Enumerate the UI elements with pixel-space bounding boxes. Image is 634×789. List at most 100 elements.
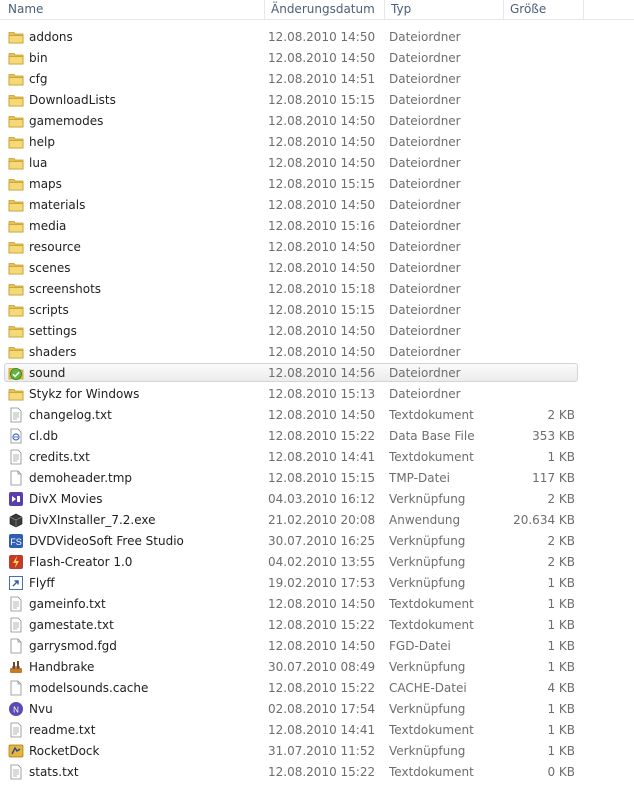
file-size: 1 KB <box>547 639 575 653</box>
file-date: 12.08.2010 15:15 <box>268 177 376 191</box>
file-type: Dateiordner <box>389 177 461 191</box>
file-date: 12.08.2010 14:50 <box>268 135 376 149</box>
file-size: 2 KB <box>547 492 575 506</box>
file-explorer: Name Änderungsdatum Typ Größe addons 12.0… <box>0 0 634 789</box>
nvu-icon: N <box>8 701 24 717</box>
file-row[interactable]: cl.db 12.08.2010 15:22 Data Base File 353 K… <box>0 426 634 447</box>
file-row[interactable]: cfg 12.08.2010 14:51 Dateiordner <box>0 69 634 90</box>
folder-icon <box>8 29 24 45</box>
file-size <box>503 174 575 195</box>
folder-icon <box>8 218 24 234</box>
shortcut-icon <box>8 575 24 591</box>
file-name: maps <box>29 177 62 191</box>
file-row[interactable]: scripts 12.08.2010 15:15 Dateiordner <box>0 300 634 321</box>
file-size: 1 KB <box>547 702 575 716</box>
file-size <box>503 342 575 363</box>
column-header-size[interactable]: Größe <box>503 0 583 20</box>
column-header-date[interactable]: Änderungsdatum <box>264 0 384 20</box>
file-row[interactable]: gameinfo.txt 12.08.2010 14:50 Textdokument… <box>0 594 634 615</box>
file-row[interactable]: demoheader.tmp 12.08.2010 15:15 TMP-Datei 1… <box>0 468 634 489</box>
file-row[interactable]: FS DVDVideoSoft Free Studio 30.07.2010 16:… <box>0 531 634 552</box>
file-row[interactable]: N Nvu 02.08.2010 17:54 Verknüpfung 1 KB <box>0 699 634 720</box>
file-date: 12.08.2010 14:41 <box>268 723 376 737</box>
folder-icon <box>8 323 24 339</box>
svg-text:FS: FS <box>10 537 22 547</box>
file-row[interactable]: Stykz for Windows 12.08.2010 15:13 Dateior… <box>0 384 634 405</box>
file-row[interactable]: Flash-Creator 1.0 04.02.2010 13:55 Verknüp… <box>0 552 634 573</box>
file-name: help <box>29 135 55 149</box>
sound-folder-icon <box>8 365 24 381</box>
file-row[interactable]: DownloadLists 12.08.2010 15:15 Dateiordner <box>0 90 634 111</box>
file-name: cfg <box>29 72 48 86</box>
file-date: 12.08.2010 15:13 <box>268 387 376 401</box>
file-name: Flash-Creator 1.0 <box>29 555 133 569</box>
folder-icon <box>8 344 24 360</box>
file-name: credits.txt <box>29 450 90 464</box>
file-size: 0 KB <box>547 765 575 779</box>
file-row[interactable]: sound 12.08.2010 14:56 Dateiordner <box>0 363 634 384</box>
file-row[interactable]: help 12.08.2010 14:50 Dateiordner <box>0 132 634 153</box>
file-row[interactable]: DivXInstaller_7.2.exe 21.02.2010 20:08 Anw… <box>0 510 634 531</box>
file-row[interactable]: garrysmod.fgd 12.08.2010 14:50 FGD-Datei 1 … <box>0 636 634 657</box>
file-type: Textdokument <box>389 618 474 632</box>
file-size: 2 KB <box>547 408 575 422</box>
file-row[interactable]: settings 12.08.2010 14:50 Dateiordner <box>0 321 634 342</box>
folder-icon <box>8 134 24 150</box>
file-row[interactable]: readme.txt 12.08.2010 14:41 Textdokument 1 … <box>0 720 634 741</box>
blank-file-icon <box>8 680 24 696</box>
file-size: 1 KB <box>547 597 575 611</box>
file-row[interactable]: scenes 12.08.2010 14:50 Dateiordner <box>0 258 634 279</box>
text-document-icon <box>8 722 24 738</box>
file-row[interactable]: gamestate.txt 12.08.2010 15:22 Textdokumen… <box>0 615 634 636</box>
text-document-icon <box>8 449 24 465</box>
file-size: 20.634 KB <box>513 513 575 527</box>
file-list: addons 12.08.2010 14:50 Dateiordner bin 12.0… <box>0 27 634 783</box>
file-date: 04.03.2010 16:12 <box>268 492 376 506</box>
file-date: 12.08.2010 15:16 <box>268 219 376 233</box>
file-row[interactable]: shaders 12.08.2010 14:50 Dateiordner <box>0 342 634 363</box>
file-row[interactable]: Handbrake 30.07.2010 08:49 Verknüpfung 1 KB <box>0 657 634 678</box>
file-type: Verknüpfung <box>389 534 466 548</box>
file-size <box>503 216 575 237</box>
file-name: changelog.txt <box>29 408 112 422</box>
column-header-type[interactable]: Typ <box>384 0 503 20</box>
file-row[interactable]: gamemodes 12.08.2010 14:50 Dateiordner <box>0 111 634 132</box>
file-row[interactable]: modelsounds.cache 12.08.2010 15:22 CACHE-D… <box>0 678 634 699</box>
file-type: Dateiordner <box>389 30 461 44</box>
file-size: 1 KB <box>547 618 575 632</box>
file-row[interactable]: credits.txt 12.08.2010 14:41 Textdokument 1… <box>0 447 634 468</box>
file-date: 12.08.2010 14:50 <box>268 261 376 275</box>
file-name: addons <box>29 30 73 44</box>
dvdvideosoft-icon: FS <box>8 533 24 549</box>
file-size: 1 KB <box>547 660 575 674</box>
folder-icon <box>8 197 24 213</box>
file-name: DivXInstaller_7.2.exe <box>29 513 156 527</box>
column-header-bar: Name Änderungsdatum Typ Größe <box>0 0 634 20</box>
file-name: demoheader.tmp <box>29 471 133 485</box>
file-row[interactable]: materials 12.08.2010 14:50 Dateiordner <box>0 195 634 216</box>
file-size: 2 KB <box>547 555 575 569</box>
file-row[interactable]: resource 12.08.2010 14:50 Dateiordner <box>0 237 634 258</box>
file-date: 12.08.2010 14:50 <box>268 114 376 128</box>
file-row[interactable]: DivX Movies 04.03.2010 16:12 Verknüpfung 2 … <box>0 489 634 510</box>
file-name: scenes <box>29 261 71 275</box>
file-row[interactable]: lua 12.08.2010 14:50 Dateiordner <box>0 153 634 174</box>
file-row[interactable]: maps 12.08.2010 15:15 Dateiordner <box>0 174 634 195</box>
folder-icon <box>8 113 24 129</box>
file-type: Dateiordner <box>389 72 461 86</box>
file-size <box>503 321 575 342</box>
file-row[interactable]: media 12.08.2010 15:16 Dateiordner <box>0 216 634 237</box>
file-row[interactable]: changelog.txt 12.08.2010 14:50 Textdokumen… <box>0 405 634 426</box>
file-type: Dateiordner <box>389 324 461 338</box>
file-row[interactable]: addons 12.08.2010 14:50 Dateiordner <box>0 27 634 48</box>
file-row[interactable]: Flyff 19.02.2010 17:53 Verknüpfung 1 KB <box>0 573 634 594</box>
file-date: 12.08.2010 14:50 <box>268 30 376 44</box>
file-date: 04.02.2010 13:55 <box>268 555 376 569</box>
file-row[interactable]: stats.txt 12.08.2010 15:22 Textdokument 0 K… <box>0 762 634 783</box>
file-row[interactable]: RocketDock 31.07.2010 11:52 Verknüpfung 1 K… <box>0 741 634 762</box>
text-document-icon <box>8 596 24 612</box>
column-header-name[interactable]: Name <box>2 0 264 20</box>
file-row[interactable]: screenshots 12.08.2010 15:18 Dateiordner <box>0 279 634 300</box>
file-name: gamestate.txt <box>29 618 114 632</box>
file-row[interactable]: bin 12.08.2010 14:50 Dateiordner <box>0 48 634 69</box>
